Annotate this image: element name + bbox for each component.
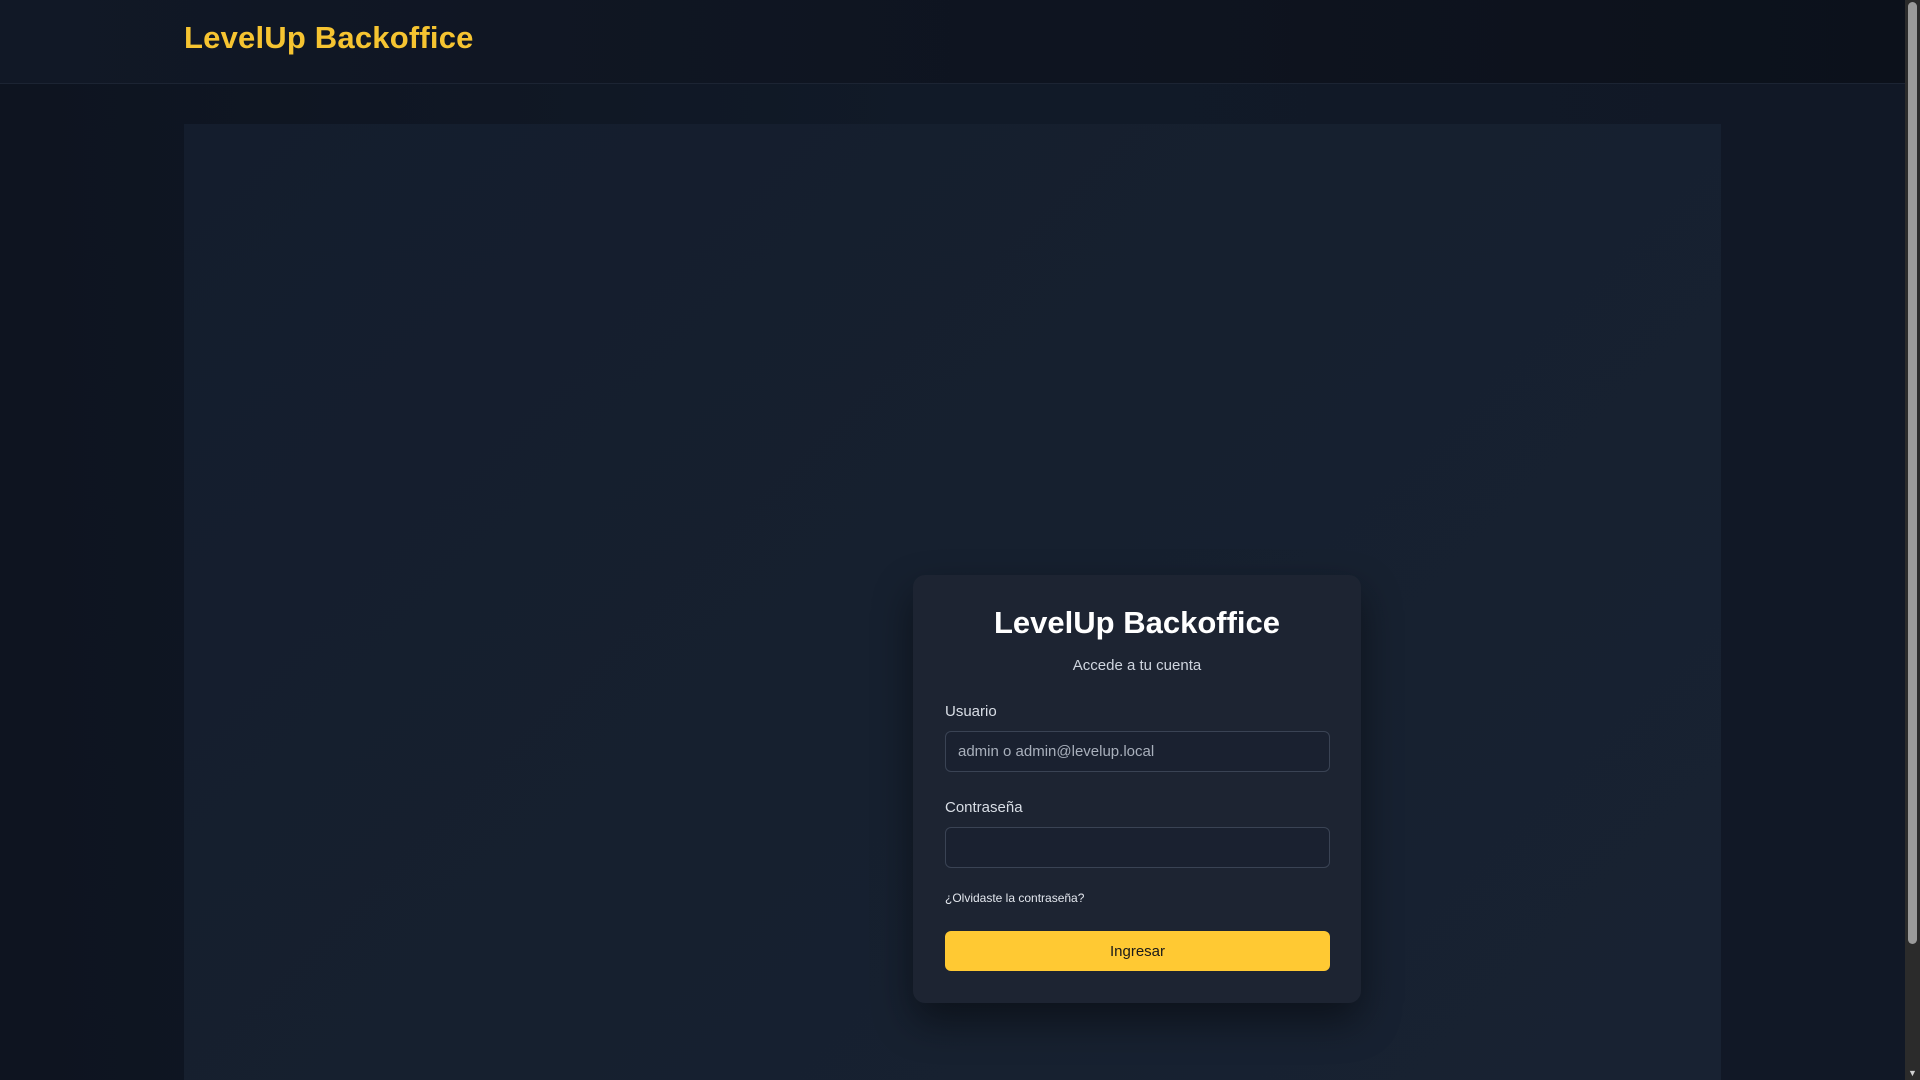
password-input[interactable]: [945, 827, 1330, 868]
login-submit-button[interactable]: Ingresar: [945, 931, 1330, 971]
username-input[interactable]: [945, 731, 1330, 772]
page: LevelUp Backoffice LevelUp Backoffice Ac…: [0, 0, 1905, 1080]
login-card: LevelUp Backoffice Accede a tu cuenta Us…: [913, 575, 1361, 1003]
login-title: LevelUp Backoffice: [994, 605, 1280, 640]
main-content: LevelUp Backoffice Accede a tu cuenta Us…: [184, 124, 1721, 1080]
login-subtitle: Accede a tu cuenta: [1072, 657, 1202, 674]
forgot-password-link[interactable]: ¿Olvidaste la contraseña?: [945, 891, 1084, 905]
vertical-scrollbar[interactable]: ▼: [1905, 0, 1920, 1080]
password-label: Contraseña: [945, 799, 1023, 816]
brand-logo-text[interactable]: LevelUp Backoffice: [184, 20, 474, 56]
scrollbar-thumb[interactable]: [1908, 2, 1917, 944]
top-navbar: LevelUp Backoffice: [0, 0, 1905, 84]
username-label: Usuario: [945, 703, 997, 720]
chevron-down-icon[interactable]: ▼: [1905, 1066, 1920, 1080]
